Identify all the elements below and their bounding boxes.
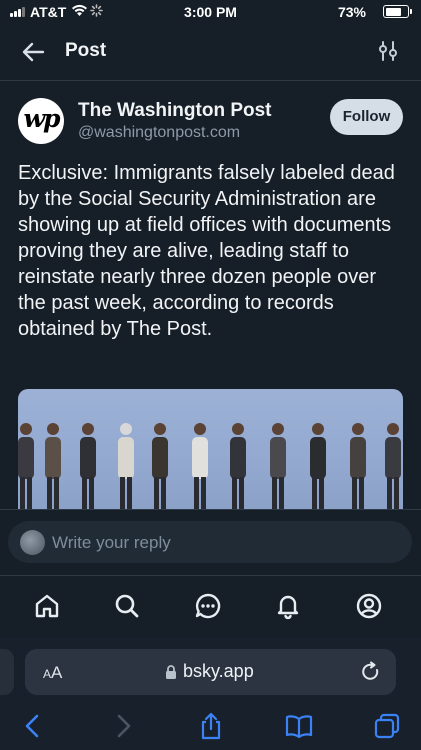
- home-icon[interactable]: [32, 591, 62, 621]
- bell-icon[interactable]: [273, 591, 303, 621]
- url-text: bsky.app: [183, 661, 254, 681]
- battery-percent: 73%: [337, 4, 366, 20]
- bookmarks-icon[interactable]: [284, 711, 314, 741]
- person-silhouette: [230, 423, 246, 513]
- person-silhouette: [152, 423, 168, 513]
- people-in-line-illustration: [18, 423, 401, 513]
- back-arrow-icon[interactable]: [20, 38, 48, 66]
- reply-input[interactable]: Write your reply: [8, 521, 412, 563]
- post-image[interactable]: [18, 389, 403, 515]
- lock-icon: [166, 665, 176, 679]
- page-title: Post: [65, 40, 107, 61]
- person-silhouette: [45, 423, 61, 513]
- post-text: Exclusive: Immigrants falsely labeled de…: [18, 162, 395, 340]
- person-silhouette: [192, 423, 208, 513]
- reload-icon[interactable]: [360, 661, 382, 683]
- reply-placeholder: Write your reply: [52, 533, 171, 552]
- status-bar: AT&T 3:00 PM 73%: [0, 0, 421, 26]
- top-header: Post: [0, 26, 421, 81]
- user-avatar: [20, 530, 45, 555]
- address-bar[interactable]: AA bsky.app: [25, 649, 396, 695]
- person-silhouette: [18, 423, 34, 513]
- wp-logo-icon: wp: [23, 104, 60, 133]
- author-handle[interactable]: @washingtonpost.com: [78, 124, 240, 142]
- chat-icon[interactable]: [193, 591, 223, 621]
- search-icon[interactable]: [112, 591, 142, 621]
- person-silhouette: [310, 423, 326, 513]
- follow-button[interactable]: Follow: [330, 99, 403, 135]
- person-silhouette: [385, 423, 401, 513]
- profile-icon[interactable]: [354, 591, 384, 621]
- reader-aa-button[interactable]: AA: [43, 663, 62, 683]
- bottom-tab-bar: [0, 575, 421, 638]
- reply-composer: Write your reply: [0, 509, 421, 576]
- person-silhouette: [350, 423, 366, 513]
- person-silhouette: [270, 423, 286, 513]
- author-name[interactable]: The Washington Post: [78, 100, 272, 122]
- browser-chrome: AA bsky.app: [0, 637, 421, 750]
- previous-tab-peek[interactable]: [0, 649, 14, 695]
- author-avatar[interactable]: wp: [18, 98, 64, 144]
- person-silhouette: [118, 423, 134, 513]
- person-silhouette: [80, 423, 96, 513]
- battery-icon: [383, 5, 412, 18]
- share-icon[interactable]: [196, 711, 226, 741]
- browser-forward-icon[interactable]: [108, 711, 138, 741]
- browser-back-icon[interactable]: [18, 711, 48, 741]
- sliders-icon[interactable]: [377, 40, 399, 62]
- tabs-icon[interactable]: [372, 711, 402, 741]
